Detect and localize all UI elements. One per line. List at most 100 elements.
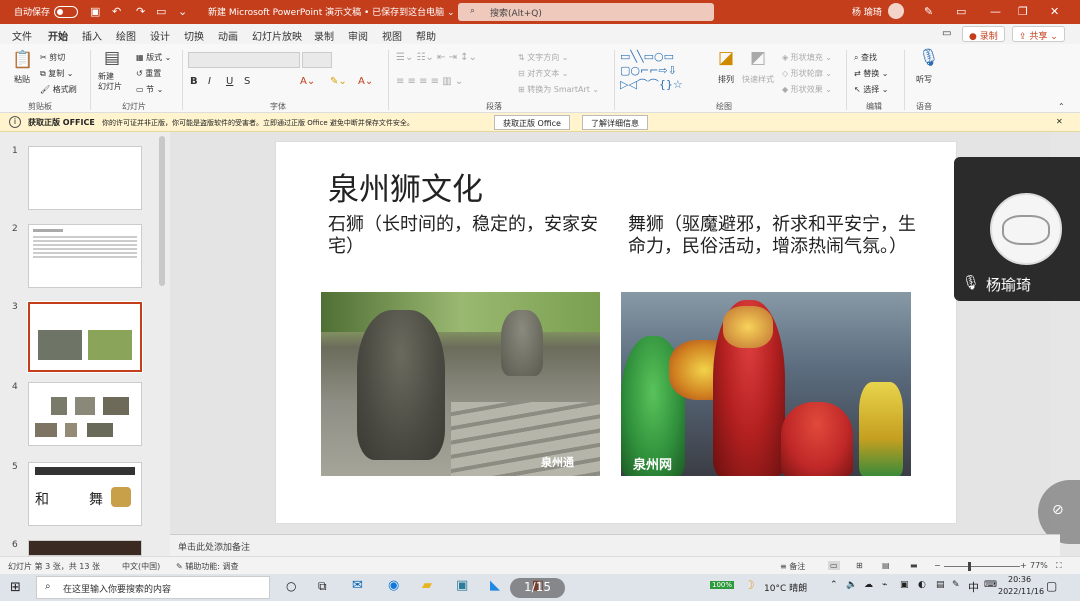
battery-indicator[interactable]: 100%	[710, 581, 735, 589]
dictate-button[interactable]: 听写	[916, 74, 932, 85]
language-indicator[interactable]: 中文(中国)	[122, 561, 160, 572]
shape-fill-button[interactable]: ◈ 形状填充 ⌄	[782, 52, 832, 63]
undo-icon[interactable]: ↶	[112, 5, 121, 18]
zoom-out-icon[interactable]: −	[934, 561, 941, 570]
font-size-select[interactable]	[302, 52, 332, 68]
share-button[interactable]: ⇪ 共享 ⌄	[1012, 26, 1065, 42]
close-icon[interactable]: ✕	[1050, 5, 1059, 18]
align-icons[interactable]: ≡ ≡ ≡ ≡ ▥ ⌄	[396, 76, 463, 87]
shape-outline-button[interactable]: ◇ 形状轮廓 ⌄	[782, 68, 832, 79]
right-text-box[interactable]: 舞狮（驱魔避邪，祈求和平安宁，生命力，民俗活动，增添热闹气氛。）	[628, 214, 918, 258]
mail-icon[interactable]: ✉	[352, 578, 363, 593]
reading-view-icon[interactable]: ▤	[882, 561, 890, 570]
tab-6[interactable]: 动画	[218, 28, 238, 43]
quick-styles-icon[interactable]: ◩	[750, 48, 766, 68]
slide-thumbnail-2[interactable]	[28, 224, 142, 288]
ribbon-display-icon[interactable]: ▭	[956, 5, 966, 18]
copy-button[interactable]: ⧉ 复制 ⌄	[40, 68, 74, 79]
search-box[interactable]: ⌕ 搜索(Alt+Q)	[458, 3, 714, 21]
minimize-icon[interactable]: —	[990, 5, 1001, 18]
pen-icon[interactable]: ✎	[924, 5, 933, 18]
user-name[interactable]: 杨 瑜琦	[852, 5, 882, 18]
restore-icon[interactable]: ❐	[1018, 5, 1028, 18]
paste-button[interactable]: 粘贴	[14, 74, 30, 85]
customize-icon[interactable]: ⌄	[178, 5, 187, 18]
shapes-gallery[interactable]: ▭╲╲▭○▭ ▢○⌐⌐⇨⇩ ▷◁⌒⌒{}☆	[620, 50, 683, 92]
pen-tray-icon[interactable]: ✎	[952, 580, 960, 590]
notes-pane[interactable]: 单击此处添加备注	[170, 534, 1060, 556]
learn-more-button[interactable]: 了解详细信息	[582, 115, 648, 130]
task-view-icon[interactable]: ⧉	[318, 579, 327, 594]
tab-10[interactable]: 视图	[382, 28, 402, 43]
speaker-icon[interactable]: 🔈	[846, 580, 857, 590]
cortana-icon[interactable]: ○	[286, 579, 296, 593]
shape-effects-button[interactable]: ◆ 形状效果 ⌄	[782, 84, 832, 95]
clock-date[interactable]: 2022/11/16	[998, 587, 1044, 596]
thumbnail-scrollbar[interactable]	[159, 136, 165, 286]
reset-button[interactable]: ↺ 重置	[136, 68, 161, 79]
slide-thumbnail-6[interactable]	[28, 540, 142, 556]
font-color-icon[interactable]: A⌄	[300, 76, 315, 87]
microphone-icon[interactable]: 🎙	[918, 48, 940, 68]
format-painter-button[interactable]: 🖌 格式刷	[40, 84, 77, 95]
font-name-select[interactable]	[188, 52, 300, 68]
network-icon[interactable]: ⌁	[882, 580, 887, 590]
get-genuine-button[interactable]: 获取正版 Office	[494, 115, 570, 130]
align-text-button[interactable]: ⊟ 对齐文本 ⌄	[518, 68, 569, 79]
meeting-app-icon[interactable]: ◣	[490, 578, 500, 593]
tab-5[interactable]: 切换	[184, 28, 204, 43]
autosave-toggle[interactable]	[54, 6, 78, 18]
underline-button[interactable]: U	[226, 76, 233, 87]
smartart-button[interactable]: ⊞ 转换为 SmartArt ⌄	[518, 84, 599, 95]
new-slide-icon[interactable]: ▤	[104, 48, 120, 68]
quick-styles-button[interactable]: 快速样式	[742, 74, 774, 85]
find-button[interactable]: ⌕ 查找	[854, 52, 877, 63]
highlight-icon[interactable]: ✎⌄	[330, 76, 347, 87]
current-slide[interactable]: 泉州狮文化 石狮（长时间的，稳定的，安家安宅） 舞狮（驱魔避邪，祈求和平安宁，生…	[275, 141, 957, 524]
windows-start-icon[interactable]: ⊞	[10, 580, 21, 595]
bullets-icon[interactable]: ☰⌄ ☷⌄ ⇤ ⇥ ↕⌄	[396, 52, 477, 63]
cut-button[interactable]: ✂ 剪切	[40, 52, 65, 63]
input-mode-icon[interactable]: ⌨	[984, 580, 997, 590]
paste-icon[interactable]: 📋	[12, 50, 33, 70]
slide-thumbnail-3[interactable]	[27, 301, 143, 373]
ime-indicator[interactable]: 中	[968, 579, 979, 595]
left-text-box[interactable]: 石狮（长时间的，稳定的，安家安宅）	[328, 214, 610, 258]
tab-4[interactable]: 设计	[150, 28, 170, 43]
clock-time[interactable]: 20:36	[1008, 575, 1031, 584]
edge-icon[interactable]: ◉	[388, 578, 399, 593]
lion-dance-photo[interactable]: 泉州网	[621, 292, 911, 476]
present-icon[interactable]: ▭	[156, 5, 166, 18]
tab-2[interactable]: 插入	[82, 28, 102, 43]
tray-app-icon-2[interactable]: ◐	[918, 580, 926, 590]
meeting-participant-tile[interactable]: 🎙 杨瑜琦	[954, 157, 1080, 301]
tab-8[interactable]: 录制	[314, 28, 334, 43]
slideshow-icon[interactable]: ▬	[910, 561, 918, 570]
taskbar-search-box[interactable]: ⌕ 在这里输入你要搜索的内容	[36, 576, 270, 599]
cloud-icon[interactable]: ☁	[864, 580, 873, 590]
tray-app-icon-3[interactable]: ▤	[936, 580, 945, 590]
tray-expand-icon[interactable]: ⌃	[830, 580, 838, 590]
slide-sorter-icon[interactable]: ⊞	[856, 561, 863, 570]
normal-view-icon[interactable]: ▭	[828, 561, 840, 570]
slide-title[interactable]: 泉州狮文化	[328, 164, 483, 209]
arrange-icon[interactable]: ◪	[718, 48, 734, 68]
weather-text[interactable]: 10°C 晴朗	[764, 581, 807, 594]
arrange-button[interactable]: 排列	[718, 74, 734, 85]
section-button[interactable]: ▭ 节 ⌄	[136, 84, 163, 95]
slide-thumbnail-1[interactable]	[28, 146, 142, 210]
file-explorer-icon[interactable]: ▰	[422, 578, 432, 593]
tab-3[interactable]: 绘图	[116, 28, 136, 43]
tab-7[interactable]: 幻灯片放映	[252, 28, 302, 43]
zoom-slider[interactable]	[944, 566, 1020, 567]
zoom-in-icon[interactable]: +	[1020, 561, 1027, 570]
text-direction-button[interactable]: ⇅ 文字方向 ⌄	[518, 52, 569, 63]
user-avatar[interactable]	[888, 3, 904, 19]
layout-button[interactable]: ▦ 版式 ⌄	[136, 52, 171, 63]
fit-slide-icon[interactable]: ⛶	[1056, 561, 1062, 571]
tab-0[interactable]: 文件	[12, 28, 32, 43]
comments-icon[interactable]: ▭	[942, 28, 951, 39]
slide-thumbnail-5[interactable]: 和 舞	[28, 462, 142, 526]
italic-button[interactable]: I	[208, 76, 211, 87]
redo-icon[interactable]: ↷	[136, 5, 145, 18]
